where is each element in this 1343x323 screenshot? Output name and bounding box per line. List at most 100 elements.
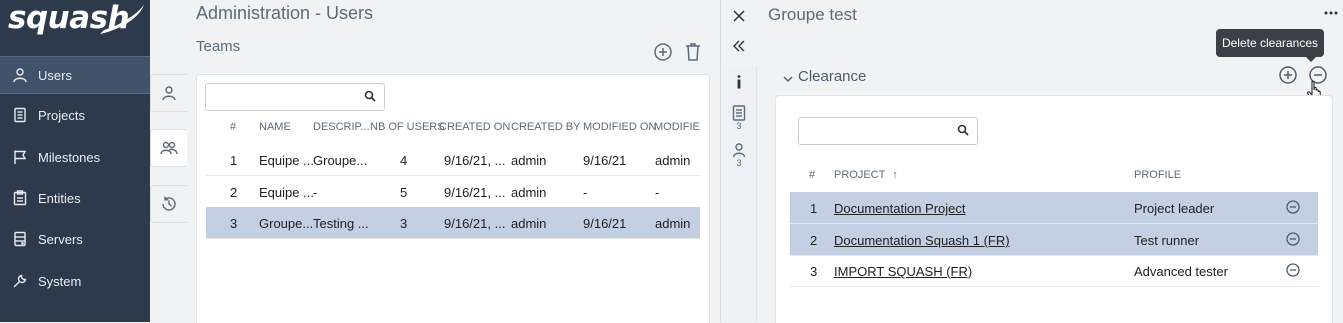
sidebar-item-label: System xyxy=(38,273,82,289)
cell-description: Groupe... xyxy=(313,153,368,168)
remove-clearance-button[interactable] xyxy=(1286,263,1300,277)
more-options-button[interactable] xyxy=(1320,2,1342,24)
wrench-icon xyxy=(12,273,28,289)
column-header-project[interactable]: PROJECT ↑ xyxy=(834,169,898,181)
user-icon xyxy=(12,67,28,83)
cell-profile[interactable]: Test runner xyxy=(1134,233,1199,248)
clearance-row-selected[interactable]: 2 Documentation Squash 1 (FR) Test runne… xyxy=(790,224,1318,256)
cell-number: 1 xyxy=(230,153,238,168)
sidebar-item-label: Entities xyxy=(38,190,81,206)
close-detail-button[interactable] xyxy=(728,5,750,27)
remove-clearance-button[interactable] xyxy=(1286,200,1300,214)
history-icon xyxy=(162,196,176,211)
logo-text: squash xyxy=(8,0,130,36)
column-header-profile[interactable]: PROFILE xyxy=(1134,169,1181,181)
project-link[interactable]: IMPORT SQUASH (FR) xyxy=(834,264,972,279)
members-count: 3 xyxy=(736,158,742,168)
tooltip-arrow xyxy=(1306,57,1316,62)
column-header-created-on[interactable]: CREATED ON xyxy=(439,121,510,133)
cell-profile[interactable]: Project leader xyxy=(1134,201,1214,216)
user-icon xyxy=(732,143,746,158)
more-horizontal-icon xyxy=(1324,11,1338,15)
remove-circle-icon xyxy=(1286,232,1300,246)
flag-icon xyxy=(12,149,28,165)
trash-icon xyxy=(686,43,700,61)
tab-teams[interactable] xyxy=(150,129,187,167)
cell-number: 2 xyxy=(230,185,238,200)
collapse-panel-button[interactable] xyxy=(728,35,750,57)
sidebar-item-system[interactable]: System xyxy=(0,263,150,299)
remove-circle-icon xyxy=(1286,263,1300,277)
chevron-down-icon xyxy=(783,76,793,82)
clearance-row[interactable]: 3 IMPORT SQUASH (FR) Advanced tester xyxy=(790,255,1318,287)
clearance-panel: # PROJECT ↑ PROFILE 1 Documentation Proj… xyxy=(775,95,1333,323)
sidebar-item-milestones[interactable]: Milestones xyxy=(0,139,150,175)
column-header-number[interactable]: # xyxy=(230,121,236,133)
clearance-row-selected[interactable]: 1 Documentation Project Project leader xyxy=(790,192,1318,224)
cell-created-by: admin xyxy=(511,216,547,231)
logo[interactable]: squash xyxy=(4,0,144,40)
column-header-description[interactable]: DESCRIP... xyxy=(313,121,369,133)
table-row-selected[interactable]: 3 Groupe... Testing ... 3 9/16/21, ... a… xyxy=(206,207,700,239)
panel-divider xyxy=(720,0,721,322)
detail-title: Groupe test xyxy=(768,5,857,24)
column-header-name[interactable]: NAME xyxy=(259,121,291,133)
tab-users[interactable] xyxy=(150,74,187,112)
cell-description: Testing ... xyxy=(313,216,368,231)
cell-created-by: admin xyxy=(511,153,547,168)
team-icon xyxy=(160,141,178,155)
sidebar-item-projects[interactable]: Projects xyxy=(0,97,150,133)
server-icon xyxy=(12,231,28,247)
clearance-search-input[interactable] xyxy=(803,119,947,143)
add-clearance-button[interactable] xyxy=(1277,64,1299,86)
tab-history[interactable] xyxy=(150,185,187,223)
project-link[interactable]: Documentation Squash 1 (FR) xyxy=(834,233,1010,248)
tooltip: Delete clearances xyxy=(1216,29,1324,57)
cell-modified-on: - xyxy=(583,185,588,200)
cell-modified-by: admin xyxy=(655,216,691,231)
sidebar-item-entities[interactable]: Entities xyxy=(0,180,150,216)
table-row[interactable]: 1 Equipe ... Groupe... 4 9/16/21, ... ad… xyxy=(206,144,700,176)
cell-nb-users: 3 xyxy=(400,216,408,231)
search-icon xyxy=(957,124,969,136)
cell-name: Groupe... xyxy=(259,216,314,231)
page-title: Administration - Users xyxy=(196,3,374,23)
sidebar-item-users[interactable]: Users xyxy=(0,56,150,94)
sidebar-item-servers[interactable]: Servers xyxy=(0,221,150,257)
sidebar-item-label: Projects xyxy=(38,107,85,123)
cell-number: 3 xyxy=(810,264,818,279)
cell-profile[interactable]: Advanced tester xyxy=(1134,264,1228,279)
teams-search-input[interactable] xyxy=(210,85,354,109)
remove-clearance-button[interactable] xyxy=(1286,232,1300,246)
column-header-modified-on[interactable]: MODIFIED ON xyxy=(583,121,656,133)
collapse-section-button[interactable] xyxy=(777,68,799,90)
remove-circle-icon xyxy=(1286,200,1300,214)
sidebar-item-label: Milestones xyxy=(38,149,101,165)
cell-created-on: 9/16/21, ... xyxy=(444,216,506,231)
cell-name: Equipe ... xyxy=(259,153,314,168)
cell-modified-on: 9/16/21 xyxy=(583,153,627,168)
section-title: Teams xyxy=(196,38,241,55)
column-header-nb-users[interactable]: NB OF USERS xyxy=(370,121,445,133)
add-circle-icon xyxy=(1279,66,1297,84)
cell-nb-users: 5 xyxy=(400,185,408,200)
user-icon xyxy=(162,86,176,101)
column-header-number[interactable]: # xyxy=(809,169,815,181)
column-header-modified-by[interactable]: MODIFIE xyxy=(654,121,700,133)
info-tab[interactable] xyxy=(728,71,750,93)
project-link[interactable]: Documentation Project xyxy=(834,201,966,216)
table-row[interactable]: 2 Equipe ... - 5 9/16/21, ... admin - - xyxy=(206,176,700,208)
sort-ascending-icon: ↑ xyxy=(892,169,898,181)
delete-team-button[interactable] xyxy=(682,41,704,63)
add-team-button[interactable] xyxy=(652,41,674,63)
cell-created-on: 9/16/21, ... xyxy=(444,185,506,200)
cell-name: Equipe ... xyxy=(259,185,314,200)
cell-number: 1 xyxy=(810,201,818,216)
column-header-created-by[interactable]: CREATED BY xyxy=(511,121,580,133)
projects-count: 3 xyxy=(736,121,742,131)
double-chevron-left-icon xyxy=(733,40,745,52)
teams-table-panel: # NAME DESCRIP... NB OF USERS CREATED ON… xyxy=(196,74,710,323)
document-icon xyxy=(12,107,28,123)
side-tabs xyxy=(150,72,187,322)
cell-description: - xyxy=(313,185,318,200)
